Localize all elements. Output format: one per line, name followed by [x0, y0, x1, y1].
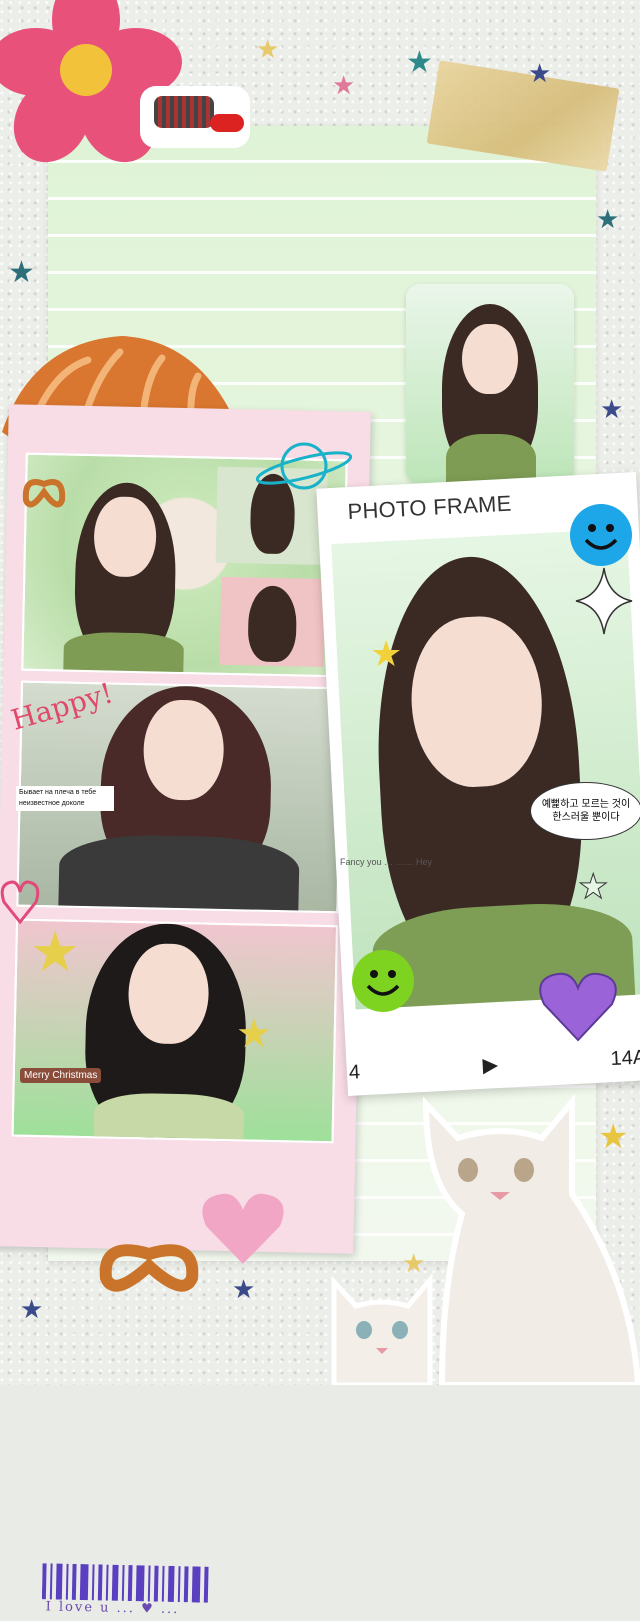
love-text: I love u ... ♥ ...	[45, 1599, 180, 1618]
doll-sticker	[140, 86, 250, 148]
star-icon: ★	[332, 70, 356, 100]
photo-frame-title: PHOTO FRAME	[346, 490, 513, 525]
fancy-scribble: Fancy you … …… Hey	[340, 857, 433, 867]
smiley-icon	[570, 504, 632, 566]
star-icon: ★	[8, 256, 35, 289]
star-icon: ★	[370, 633, 403, 674]
star-icon: ★	[406, 46, 433, 79]
russian-note: Бывает на плеча в тебе неизвестное докол…	[16, 786, 114, 811]
pretzel-icon	[99, 1244, 199, 1292]
pretzel-icon	[22, 479, 66, 508]
speech-bubble: 예뻝하고 모르는 것이 한스러울 뿐이다	[530, 782, 640, 840]
sparkle-icon	[575, 567, 633, 635]
cat-photo	[318, 1268, 446, 1388]
star-icon: ★	[528, 58, 552, 88]
barcode	[41, 1563, 209, 1603]
heart-icon	[539, 972, 617, 1042]
star-icon: ★	[256, 34, 280, 64]
star-icon: ★	[232, 1274, 256, 1304]
smiley-icon	[352, 950, 414, 1012]
star-icon: ★	[236, 1012, 272, 1056]
heart-icon	[0, 880, 40, 925]
star-icon: ★	[596, 204, 620, 234]
star-icon: ★	[600, 394, 624, 424]
play-marker-icon: ▶	[482, 1054, 499, 1077]
star-icon: ★	[30, 920, 81, 983]
photo-strip: I love u ... ♥ ...	[0, 404, 371, 1617]
star-icon: ★	[20, 1294, 44, 1324]
film-right-number: 14A	[609, 1046, 640, 1071]
portrait-cutout	[406, 284, 574, 484]
star-icon: ★	[577, 868, 609, 906]
heart-icon	[202, 1193, 284, 1264]
merry-christmas-label: Merry Christmas	[20, 1068, 102, 1083]
film-left-number: 4	[348, 1061, 361, 1084]
